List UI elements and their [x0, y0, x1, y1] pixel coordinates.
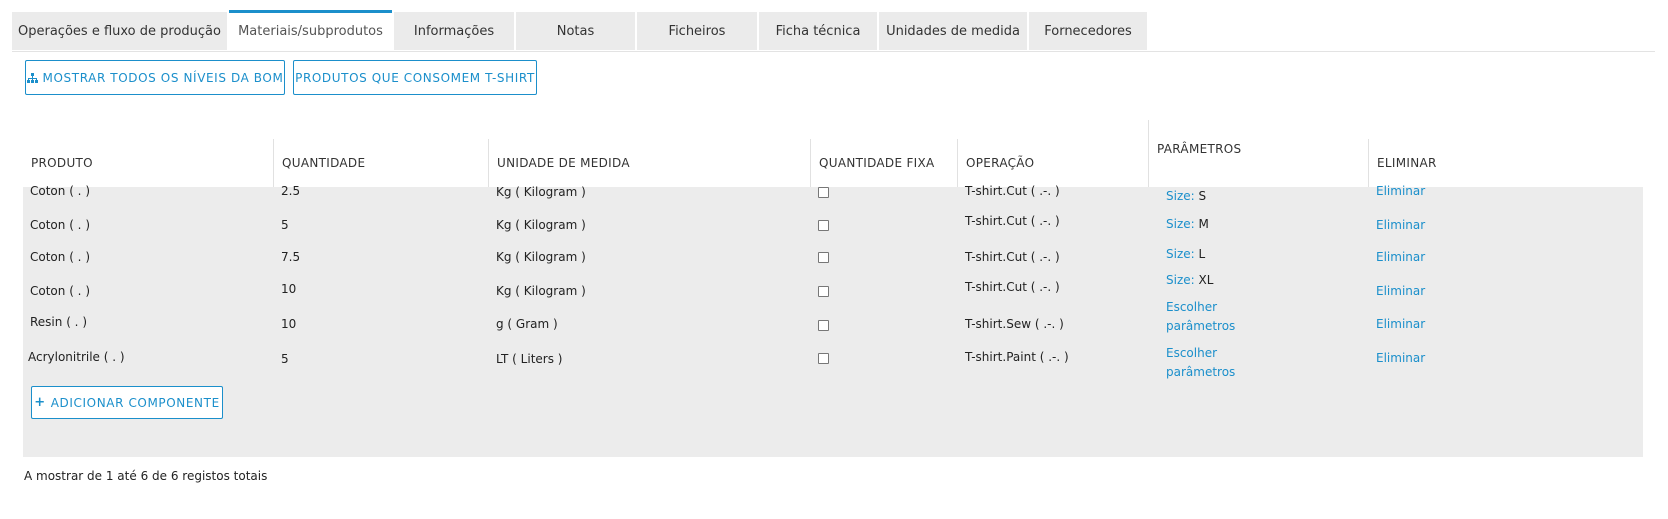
tab-notas[interactable]: Notas: [516, 12, 635, 50]
table-body: Coton ( . ) 2.5 Kg ( Kilogram ) T-shirt.…: [23, 184, 1643, 457]
cell-operacao: T-shirt.Cut ( .-. ): [965, 280, 1060, 294]
param-key[interactable]: Size:: [1166, 247, 1195, 261]
delete-link[interactable]: Eliminar: [1376, 250, 1425, 264]
param-value: L: [1198, 247, 1206, 261]
tab-ficheiros[interactable]: Ficheiros: [637, 12, 757, 50]
cell-quantidade: 10: [281, 317, 297, 331]
delete-link[interactable]: Eliminar: [1376, 218, 1425, 232]
fixed-quantity-checkbox[interactable]: [818, 187, 829, 198]
tab-informacoes[interactable]: Informações: [394, 12, 514, 50]
tab-fornecedores[interactable]: Fornecedores: [1029, 12, 1147, 50]
choose-parameters-link[interactable]: Escolher parâmetros: [1166, 344, 1236, 382]
delete-link[interactable]: Eliminar: [1376, 351, 1425, 365]
products-consuming-button[interactable]: PRODUTOS QUE CONSOMEM T-SHIRT: [293, 60, 537, 95]
cell-parametros: Size: XL: [1166, 273, 1213, 287]
cell-produto: Coton ( . ): [30, 184, 90, 198]
cell-operacao: T-shirt.Cut ( .-. ): [965, 214, 1060, 228]
header-produto: PRODUTO: [31, 156, 93, 170]
cell-unidade: Kg ( Kilogram ): [496, 250, 586, 264]
cell-quantidade: 7.5: [281, 250, 301, 264]
header-quantidade-fixa: QUANTIDADE FIXA: [810, 139, 957, 187]
header-unidade: UNIDADE DE MEDIDA: [488, 139, 810, 187]
param-value: XL: [1198, 273, 1214, 287]
header-parametros: PARÂMETROS: [1148, 120, 1368, 187]
cell-produto: Resin ( . ): [30, 315, 87, 329]
tab-operacoes[interactable]: Operações e fluxo de produção: [12, 12, 227, 50]
param-key[interactable]: Size:: [1166, 189, 1195, 203]
cell-parametros: Size: S: [1166, 189, 1206, 203]
cell-operacao: T-shirt.Cut ( .-. ): [965, 250, 1060, 264]
add-component-label: ADICIONAR COMPONENTE: [50, 395, 220, 410]
table-header: PRODUTO QUANTIDADE UNIDADE DE MEDIDA QUA…: [23, 120, 1643, 187]
param-value: M: [1198, 217, 1209, 231]
cell-operacao: T-shirt.Paint ( .-. ): [965, 350, 1069, 364]
plus-icon: +: [34, 395, 46, 410]
fixed-quantity-checkbox[interactable]: [818, 252, 829, 263]
pagination-info: A mostrar de 1 até 6 de 6 registos totai…: [24, 469, 268, 483]
cell-quantidade: 5: [281, 218, 289, 232]
delete-link[interactable]: Eliminar: [1376, 317, 1425, 331]
choose-parameters-link[interactable]: Escolher parâmetros: [1166, 298, 1236, 336]
tab-ficha-tecnica[interactable]: Ficha técnica: [759, 12, 877, 50]
header-operacao: OPERAÇÃO: [957, 139, 1148, 187]
tab-materiais[interactable]: Materiais/subprodutos: [229, 10, 392, 50]
param-key[interactable]: Size:: [1166, 273, 1195, 287]
cell-quantidade: 5: [281, 352, 289, 366]
tab-bar: Operações e fluxo de produção Materiais/…: [12, 10, 1655, 52]
cell-operacao: T-shirt.Sew ( .-. ): [965, 317, 1064, 331]
cell-operacao: T-shirt.Cut ( .-. ): [965, 184, 1060, 198]
sitemap-icon: [26, 72, 38, 83]
add-component-button[interactable]: + ADICIONAR COMPONENTE: [31, 386, 223, 419]
param-value: S: [1198, 189, 1207, 203]
param-key[interactable]: Size:: [1166, 217, 1195, 231]
cell-unidade: g ( Gram ): [496, 317, 558, 331]
products-consuming-label: PRODUTOS QUE CONSOMEM T-SHIRT: [295, 70, 535, 85]
tab-unidades-de-medida[interactable]: Unidades de medida: [879, 12, 1027, 50]
cell-produto: Coton ( . ): [30, 284, 90, 298]
show-all-bom-levels-label: MOSTRAR TODOS OS NÍVEIS DA BOM: [42, 70, 284, 85]
cell-quantidade: 10: [281, 282, 297, 296]
fixed-quantity-checkbox[interactable]: [818, 320, 829, 331]
cell-quantidade: 2.5: [281, 184, 301, 198]
cell-unidade: Kg ( Kilogram ): [496, 185, 586, 199]
fixed-quantity-checkbox[interactable]: [818, 220, 829, 231]
cell-produto: Coton ( . ): [30, 250, 90, 264]
header-eliminar: ELIMINAR: [1368, 139, 1643, 187]
cell-unidade: LT ( Liters ): [496, 352, 563, 366]
delete-link[interactable]: Eliminar: [1376, 184, 1425, 198]
delete-link[interactable]: Eliminar: [1376, 284, 1425, 298]
header-quantidade: QUANTIDADE: [273, 139, 488, 187]
show-all-bom-levels-button[interactable]: MOSTRAR TODOS OS NÍVEIS DA BOM: [25, 60, 285, 95]
fixed-quantity-checkbox[interactable]: [818, 286, 829, 297]
cell-parametros: Size: L: [1166, 247, 1205, 261]
cell-unidade: Kg ( Kilogram ): [496, 284, 586, 298]
cell-parametros: Size: M: [1166, 217, 1209, 231]
cell-produto: Coton ( . ): [30, 218, 90, 232]
cell-produto: Acrylonitrile ( . ): [28, 350, 125, 364]
cell-unidade: Kg ( Kilogram ): [496, 218, 586, 232]
fixed-quantity-checkbox[interactable]: [818, 353, 829, 364]
